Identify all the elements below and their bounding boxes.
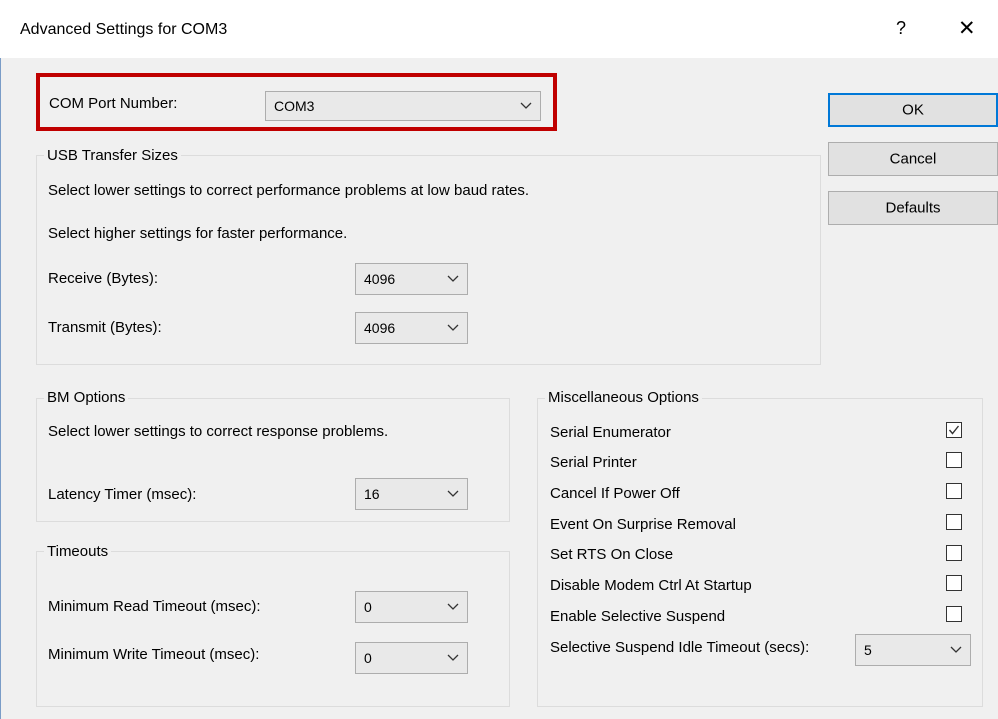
- chevron-down-icon: [447, 490, 459, 497]
- selective-suspend-idle-timeout-value: 5: [864, 642, 872, 658]
- chevron-down-icon: [447, 324, 459, 331]
- min-read-timeout-select[interactable]: 0: [355, 591, 468, 623]
- event-on-surprise-removal-label: Event On Surprise Removal: [550, 516, 736, 533]
- ok-button[interactable]: OK: [828, 93, 998, 127]
- transmit-bytes-label: Transmit (Bytes):: [48, 319, 162, 336]
- defaults-button[interactable]: Defaults: [828, 191, 998, 225]
- event-on-surprise-removal-checkbox[interactable]: [946, 514, 962, 530]
- checkmark-icon: [948, 425, 960, 435]
- selective-suspend-idle-timeout-label: Selective Suspend Idle Timeout (secs):: [550, 639, 810, 656]
- usb-group-title: USB Transfer Sizes: [44, 147, 181, 164]
- com-port-value: COM3: [274, 98, 315, 114]
- chevron-down-icon: [447, 654, 459, 661]
- transmit-bytes-select[interactable]: 4096: [355, 312, 468, 344]
- min-write-timeout-label: Minimum Write Timeout (msec):: [48, 646, 260, 663]
- min-read-timeout-label: Minimum Read Timeout (msec):: [48, 598, 261, 615]
- cancel-if-power-off-checkbox[interactable]: [946, 483, 962, 499]
- chevron-down-icon: [520, 102, 532, 109]
- misc-group-title: Miscellaneous Options: [545, 389, 702, 406]
- disable-modem-ctrl-checkbox[interactable]: [946, 575, 962, 591]
- chevron-down-icon: [447, 275, 459, 282]
- com-port-select[interactable]: COM3: [265, 91, 541, 121]
- receive-bytes-label: Receive (Bytes):: [48, 270, 159, 287]
- chevron-down-icon: [447, 603, 459, 610]
- close-icon[interactable]: ✕: [958, 16, 976, 41]
- serial-printer-checkbox[interactable]: [946, 452, 962, 468]
- timeouts-group-title: Timeouts: [44, 543, 112, 560]
- serial-printer-label: Serial Printer: [550, 454, 637, 471]
- help-icon[interactable]: ?: [896, 18, 906, 39]
- latency-timer-label: Latency Timer (msec):: [48, 486, 197, 503]
- title-bar: Advanced Settings for COM3 ? ✕: [0, 0, 998, 58]
- window-border: [0, 58, 1, 719]
- serial-enumerator-label: Serial Enumerator: [550, 424, 671, 441]
- disable-modem-ctrl-label: Disable Modem Ctrl At Startup: [550, 577, 752, 594]
- serial-enumerator-checkbox[interactable]: [946, 422, 962, 438]
- bm-group-title: BM Options: [44, 389, 129, 406]
- receive-bytes-value: 4096: [364, 271, 396, 287]
- set-rts-on-close-checkbox[interactable]: [946, 545, 962, 561]
- latency-timer-value: 16: [364, 486, 380, 502]
- selective-suspend-idle-timeout-select[interactable]: 5: [855, 634, 971, 666]
- receive-bytes-select[interactable]: 4096: [355, 263, 468, 295]
- chevron-down-icon: [950, 646, 962, 653]
- min-write-timeout-value: 0: [364, 650, 372, 666]
- timeouts-group: [36, 551, 510, 707]
- usb-description-high: Select higher settings for faster perfor…: [48, 225, 348, 242]
- usb-description-low: Select lower settings to correct perform…: [48, 182, 530, 199]
- cancel-if-power-off-label: Cancel If Power Off: [550, 485, 680, 502]
- window-title: Advanced Settings for COM3: [20, 21, 228, 38]
- transmit-bytes-value: 4096: [364, 320, 396, 336]
- enable-selective-suspend-checkbox[interactable]: [946, 606, 962, 622]
- com-port-label: COM Port Number:: [49, 95, 178, 112]
- cancel-button[interactable]: Cancel: [828, 142, 998, 176]
- advanced-settings-dialog: Advanced Settings for COM3 ? ✕ COM Port …: [0, 0, 998, 719]
- enable-selective-suspend-label: Enable Selective Suspend: [550, 608, 726, 625]
- bm-description: Select lower settings to correct respons…: [48, 423, 389, 440]
- latency-timer-select[interactable]: 16: [355, 478, 468, 510]
- min-read-timeout-value: 0: [364, 599, 372, 615]
- set-rts-on-close-label: Set RTS On Close: [550, 546, 674, 563]
- min-write-timeout-select[interactable]: 0: [355, 642, 468, 674]
